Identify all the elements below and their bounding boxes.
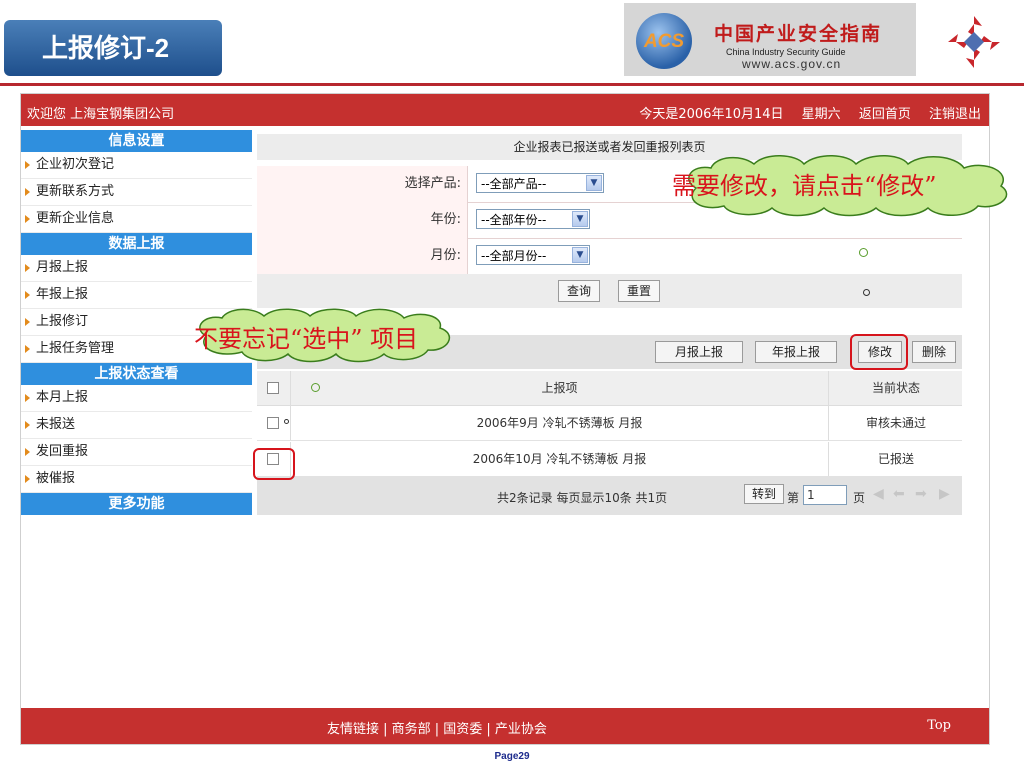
circle-marker-icon <box>863 289 870 296</box>
triangle-bullet-icon <box>25 290 30 299</box>
product-label: 选择产品: <box>257 166 468 202</box>
year-select[interactable]: --全部年份-- ▼ <box>476 209 590 229</box>
sidebar-item-update-info[interactable]: 更新企业信息 <box>21 206 252 233</box>
chevron-down-icon[interactable]: ▼ <box>572 247 588 263</box>
sidebar-section-info: 信息设置 <box>21 130 252 152</box>
reset-button[interactable]: 重置 <box>618 280 660 302</box>
sidebar-section-status: 上报状态查看 <box>21 363 252 385</box>
chevron-down-icon[interactable]: ▼ <box>572 211 588 227</box>
logo-english-name: China Industry Security Guide <box>726 47 846 57</box>
row-status: 审核未通过 <box>828 406 963 440</box>
triangle-bullet-icon <box>25 393 30 402</box>
modify-button-highlight <box>850 334 908 370</box>
sidebar-item-returned[interactable]: 发回重报 <box>21 439 252 466</box>
date-text: 今天是2006年10月14日 <box>639 107 784 122</box>
logo-mark: ACS <box>643 31 685 52</box>
circle-marker-icon <box>859 248 868 257</box>
row-item: 2006年10月 冷轧不锈薄板 月报 <box>472 452 647 466</box>
sidebar-item-this-month[interactable]: 本月上报 <box>21 385 252 412</box>
circle-marker-icon <box>284 419 289 424</box>
triangle-bullet-icon <box>25 214 30 223</box>
product-select[interactable]: --全部产品-- ▼ <box>476 173 604 193</box>
year-label: 年份: <box>257 202 468 238</box>
acs-logo: ACS 中国产业安全指南 China Industry Security Gui… <box>624 3 916 76</box>
month-filter-row: 月份: --全部月份-- ▼ <box>257 238 962 275</box>
table-row: 2006年10月 冷轧不锈薄板 月报 已报送 <box>257 442 962 477</box>
chevron-down-icon[interactable]: ▼ <box>586 175 602 191</box>
slide-title: 上报修订-2 <box>4 20 222 76</box>
top-bar-right: 今天是2006年10月14日 星期六 返回首页 注销退出 <box>625 103 981 122</box>
top-bar: 欢迎您 上海宝钢集团公司 今天是2006年10月14日 星期六 返回首页 注销退… <box>21 94 989 126</box>
sidebar-item-yearly-report[interactable]: 年报上报 <box>21 282 252 309</box>
triangle-bullet-icon <box>25 344 30 353</box>
query-button-row: 查询 重置 <box>257 274 962 308</box>
back-to-top-link[interactable]: Top <box>927 718 951 733</box>
sidebar-section-report: 数据上报 <box>21 233 252 255</box>
month-label: 月份: <box>257 238 468 274</box>
triangle-bullet-icon <box>25 474 30 483</box>
triangle-bullet-icon <box>25 317 30 326</box>
pager-summary: 共2条记录 每页显示10条 共1页 <box>497 491 668 505</box>
modify-hint-text: 需要修改，请点击“修改” <box>672 172 937 200</box>
globe-icon: ACS <box>636 13 692 69</box>
title-divider <box>0 83 1024 86</box>
corner-emblem-icon <box>948 16 1000 68</box>
select-hint-text: 不要忘记“选中” 项目 <box>194 325 419 353</box>
triangle-bullet-icon <box>25 263 30 272</box>
prev-page-icon[interactable]: ⬅ <box>893 486 905 502</box>
table-header: 上报项 当前状态 <box>257 371 962 406</box>
page-prefix: 第 <box>787 491 800 505</box>
row-checkbox[interactable] <box>267 417 279 429</box>
footer-bar: 友情链接 | 商务部 | 国资委 | 产业协会 Top <box>21 708 989 744</box>
row-status: 已报送 <box>828 442 963 476</box>
sidebar-item-first-registration[interactable]: 企业初次登记 <box>21 152 252 179</box>
page-number-input[interactable]: 1 <box>803 485 847 505</box>
row-item: 2006年9月 冷轧不锈薄板 月报 <box>476 416 643 430</box>
footer-links[interactable]: 友情链接 | 商务部 | 国资委 | 产业协会 <box>327 718 547 737</box>
weekday-text: 星期六 <box>801 107 841 122</box>
logout-link[interactable]: 注销退出 <box>929 107 981 122</box>
header-status: 当前状态 <box>828 371 963 405</box>
select-all-cell <box>257 371 291 405</box>
first-page-icon[interactable]: ◀ <box>873 486 884 502</box>
delete-button[interactable]: 删除 <box>912 341 956 363</box>
welcome-text: 欢迎您 上海宝钢集团公司 <box>27 107 175 122</box>
sidebar-item-reminded[interactable]: 被催报 <box>21 466 252 493</box>
sidebar-item-monthly-report[interactable]: 月报上报 <box>21 255 252 282</box>
page-suffix: 页 <box>853 491 866 505</box>
sidebar-item-update-contact[interactable]: 更新联系方式 <box>21 179 252 206</box>
logo-url: www.acs.gov.cn <box>742 57 842 71</box>
header-item: 上报项 <box>541 381 578 395</box>
select-all-checkbox[interactable] <box>267 382 279 394</box>
checkbox-highlight <box>253 448 295 480</box>
pagination-bar: 共2条记录 每页显示10条 共1页 转到 第 1 页 ◀ ⬅ ➡ ▶ <box>257 477 962 515</box>
triangle-bullet-icon <box>25 420 30 429</box>
page-number: Page29 <box>494 751 530 762</box>
sidebar-item-not-submitted[interactable]: 未报送 <box>21 412 252 439</box>
last-page-icon[interactable]: ▶ <box>939 486 950 502</box>
table-row: 2006年9月 冷轧不锈薄板 月报 审核未通过 <box>257 406 962 441</box>
yearly-report-button[interactable]: 年报上报 <box>755 341 837 363</box>
next-page-icon[interactable]: ➡ <box>915 486 927 502</box>
logo-chinese-name: 中国产业安全指南 <box>714 23 883 45</box>
month-select[interactable]: --全部月份-- ▼ <box>476 245 590 265</box>
home-link[interactable]: 返回首页 <box>859 107 911 122</box>
monthly-report-button[interactable]: 月报上报 <box>655 341 743 363</box>
triangle-bullet-icon <box>25 447 30 456</box>
goto-button[interactable]: 转到 <box>744 484 784 504</box>
triangle-bullet-icon <box>25 187 30 196</box>
sidebar-section-more[interactable]: 更多功能 <box>21 493 252 515</box>
query-button[interactable]: 查询 <box>558 280 600 302</box>
triangle-bullet-icon <box>25 160 30 169</box>
